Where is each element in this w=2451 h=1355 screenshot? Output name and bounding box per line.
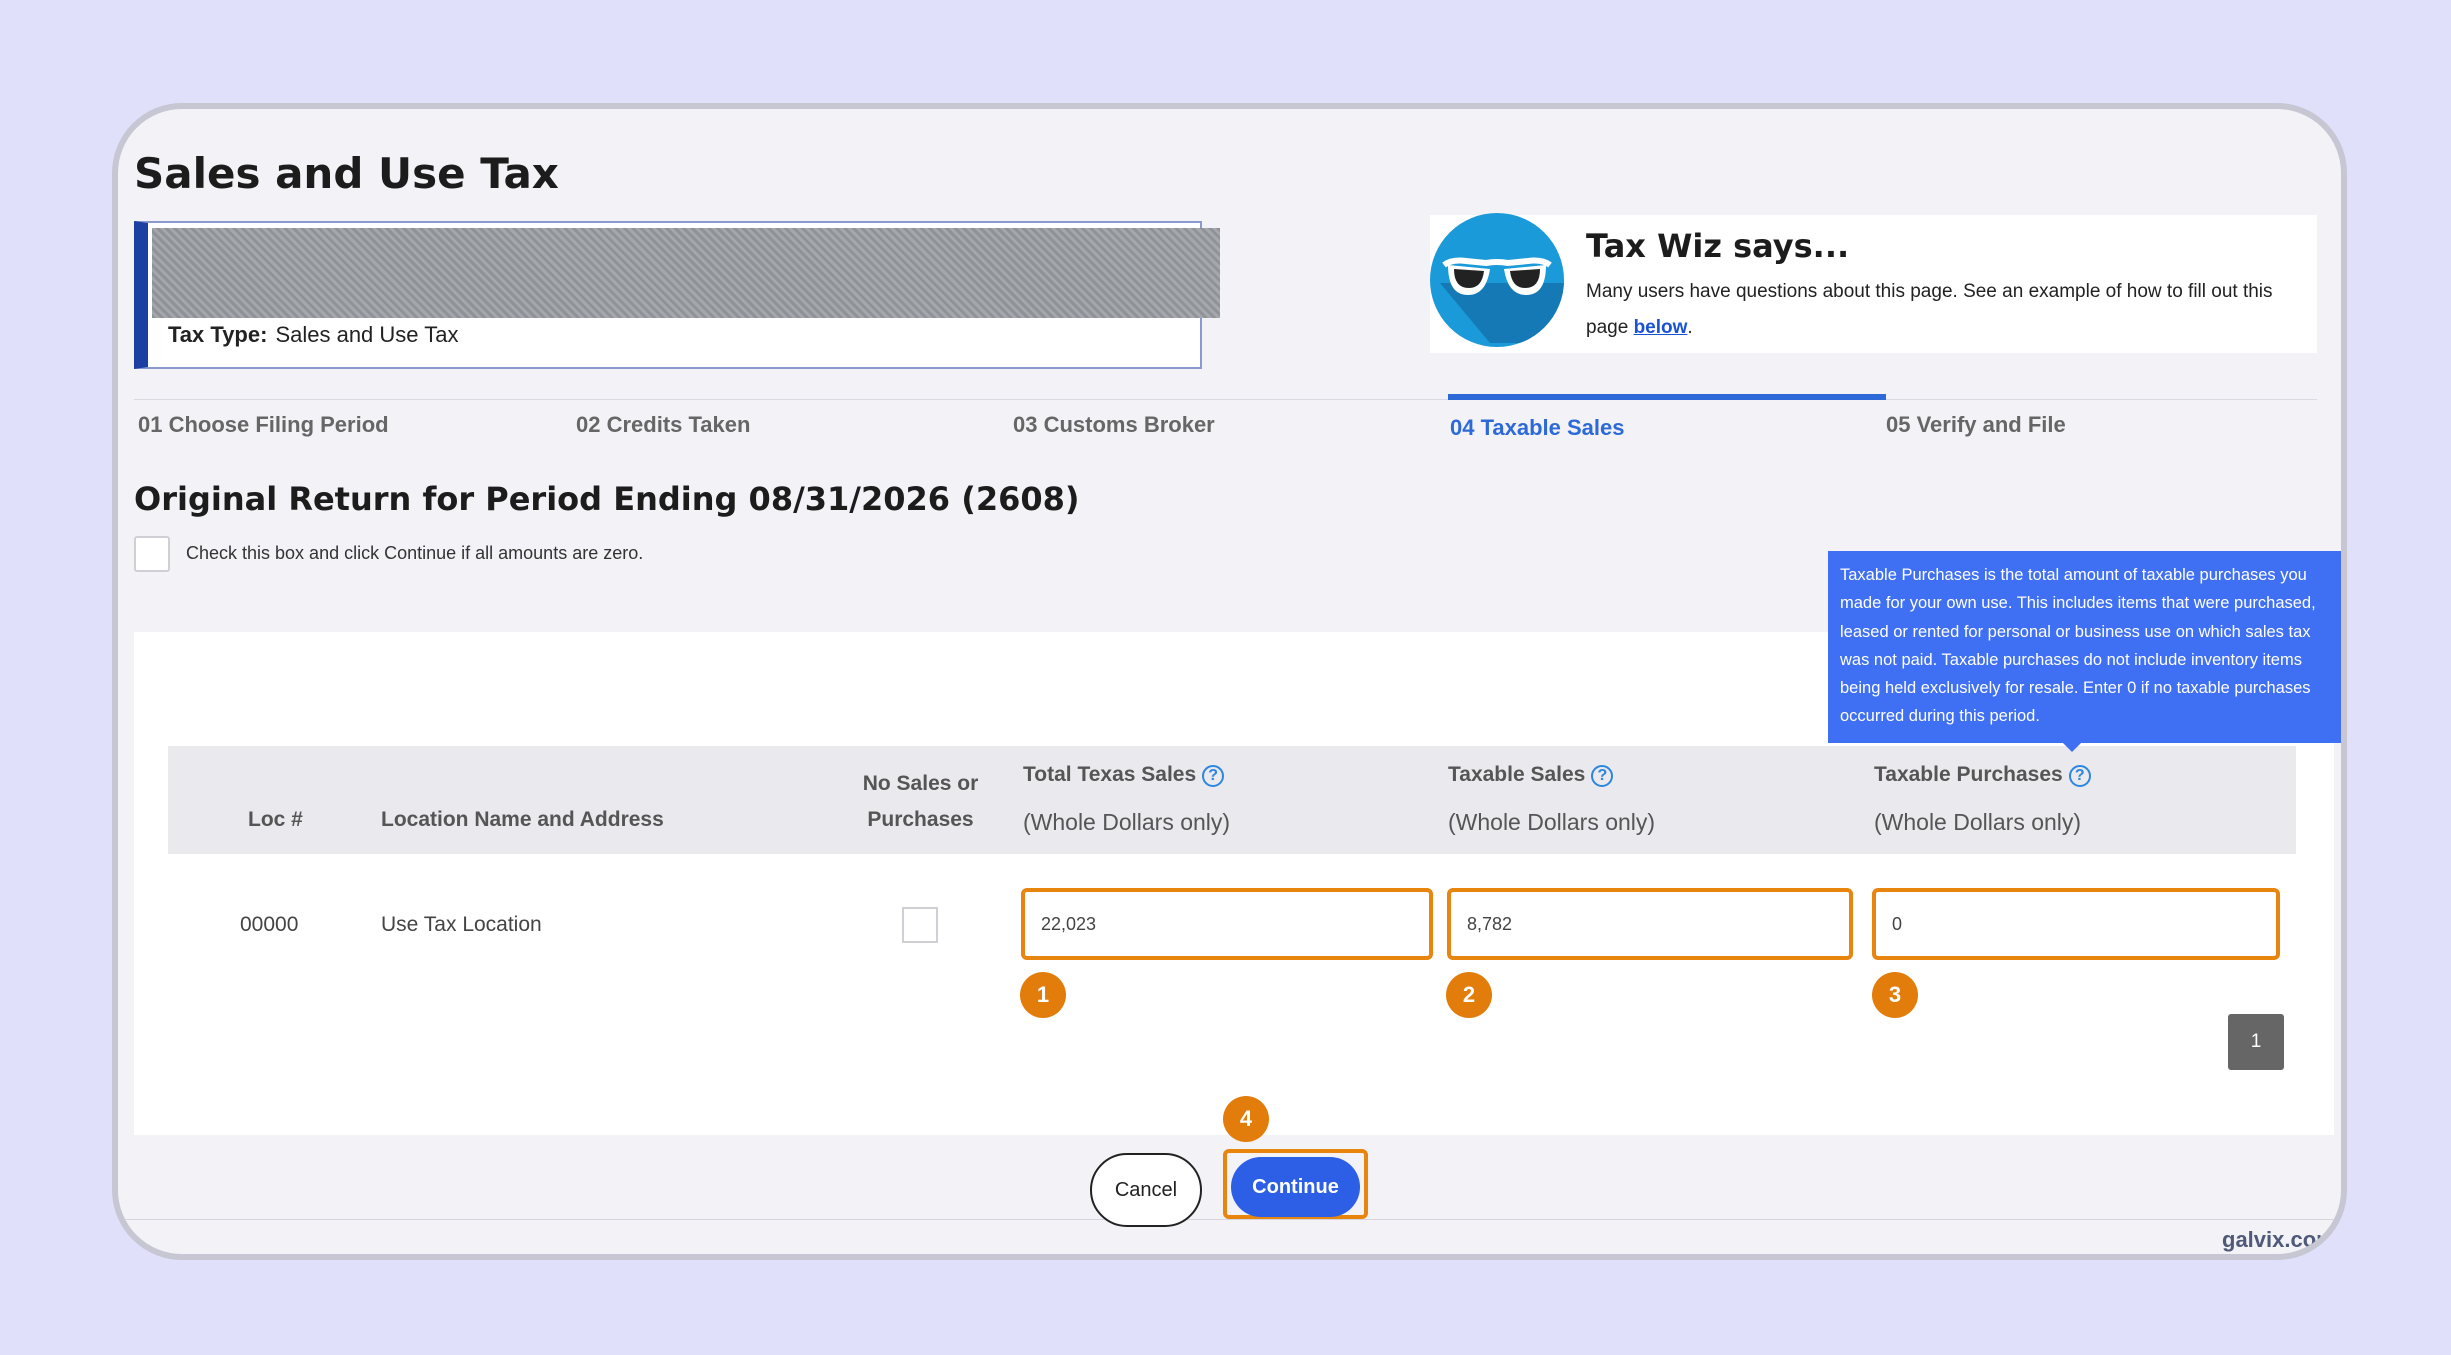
step-credits-taken[interactable]: 02 Credits Taken xyxy=(576,412,750,438)
question-circle-icon[interactable]: ? xyxy=(1591,765,1614,787)
taxable-purchases-tooltip: Taxable Purchases is the total amount of… xyxy=(1828,551,2341,743)
no-sales-checkbox[interactable] xyxy=(902,907,938,943)
annotation-badge-1: 1 xyxy=(1020,972,1066,1018)
annotation-badge-2: 2 xyxy=(1446,972,1492,1018)
tax-type-value: Sales and Use Tax xyxy=(275,322,459,347)
return-title: Original Return for Period Ending 08/31/… xyxy=(134,480,1080,518)
tax-wiz-text: Many users have questions about this pag… xyxy=(1586,281,2273,338)
col-header-loc: Loc # xyxy=(248,808,303,831)
tax-type-label: Tax Type: xyxy=(168,322,268,347)
pagination-page-1[interactable]: 1 xyxy=(2228,1014,2284,1070)
tax-type: Tax Type: Sales and Use Tax xyxy=(168,322,458,348)
active-step-indicator xyxy=(1448,394,1886,400)
annotation-badge-3: 3 xyxy=(1872,972,1918,1018)
col-subheader-taxable-sales: (Whole Dollars only) xyxy=(1448,809,1656,835)
tax-wiz-below-link[interactable]: below xyxy=(1634,317,1688,338)
row-location: Use Tax Location xyxy=(381,913,542,936)
step-customs-broker[interactable]: 03 Customs Broker xyxy=(1013,412,1215,438)
col-header-total-sales: Total Texas Sales? xyxy=(1023,763,1225,787)
footer-divider xyxy=(118,1219,2341,1220)
all-zero-label: Check this box and click Continue if all… xyxy=(186,543,644,563)
cancel-button[interactable]: Cancel xyxy=(1090,1153,1202,1227)
steps-divider xyxy=(134,399,2317,400)
step-taxable-sales[interactable]: 04 Taxable Sales xyxy=(1450,415,1625,441)
question-circle-icon[interactable]: ? xyxy=(1202,765,1225,787)
tax-wiz-message: Many users have questions about this pag… xyxy=(1586,281,2273,338)
sunglasses-avatar-icon xyxy=(1430,213,1564,347)
total-texas-sales-input[interactable] xyxy=(1021,888,1433,960)
continue-button[interactable]: Continue xyxy=(1231,1157,1360,1217)
tax-wiz-title: Tax Wiz says... xyxy=(1586,227,1850,265)
tooltip-arrow xyxy=(2062,742,2082,752)
col-subheader-taxable-purchases: (Whole Dollars only) xyxy=(1874,809,2082,835)
row-loc: 00000 xyxy=(240,913,299,936)
col-header-no-sales-line1: No Sales or xyxy=(862,772,979,795)
step-verify-and-file[interactable]: 05 Verify and File xyxy=(1886,412,2066,438)
redacted-account-details xyxy=(152,228,1220,318)
watermark: galvix.com xyxy=(2222,1227,2336,1252)
all-zero-checkbox[interactable] xyxy=(134,536,170,572)
taxable-purchases-input[interactable] xyxy=(1872,888,2280,960)
page-title: Sales and Use Tax xyxy=(134,149,559,198)
col-header-taxable-sales-label: Taxable Sales xyxy=(1448,763,1586,786)
col-header-taxable-purchases: Taxable Purchases? xyxy=(1874,763,2091,787)
step-choose-filing-period[interactable]: 01 Choose Filing Period xyxy=(138,412,389,438)
annotation-badge-4: 4 xyxy=(1223,1096,1269,1142)
col-header-taxable-purchases-label: Taxable Purchases xyxy=(1874,763,2063,786)
col-header-total-sales-label: Total Texas Sales xyxy=(1023,763,1197,786)
col-header-location: Location Name and Address xyxy=(381,808,664,831)
taxable-sales-input[interactable] xyxy=(1447,888,1853,960)
col-header-no-sales-line2: Purchases xyxy=(867,808,974,831)
app-frame: Sales and Use Tax Tax Type: Sales and Use… xyxy=(112,103,2347,1260)
col-header-taxable-sales: Taxable Sales? xyxy=(1448,763,1614,787)
col-subheader-total-sales: (Whole Dollars only) xyxy=(1023,809,1231,835)
question-circle-icon[interactable]: ? xyxy=(2068,765,2091,787)
